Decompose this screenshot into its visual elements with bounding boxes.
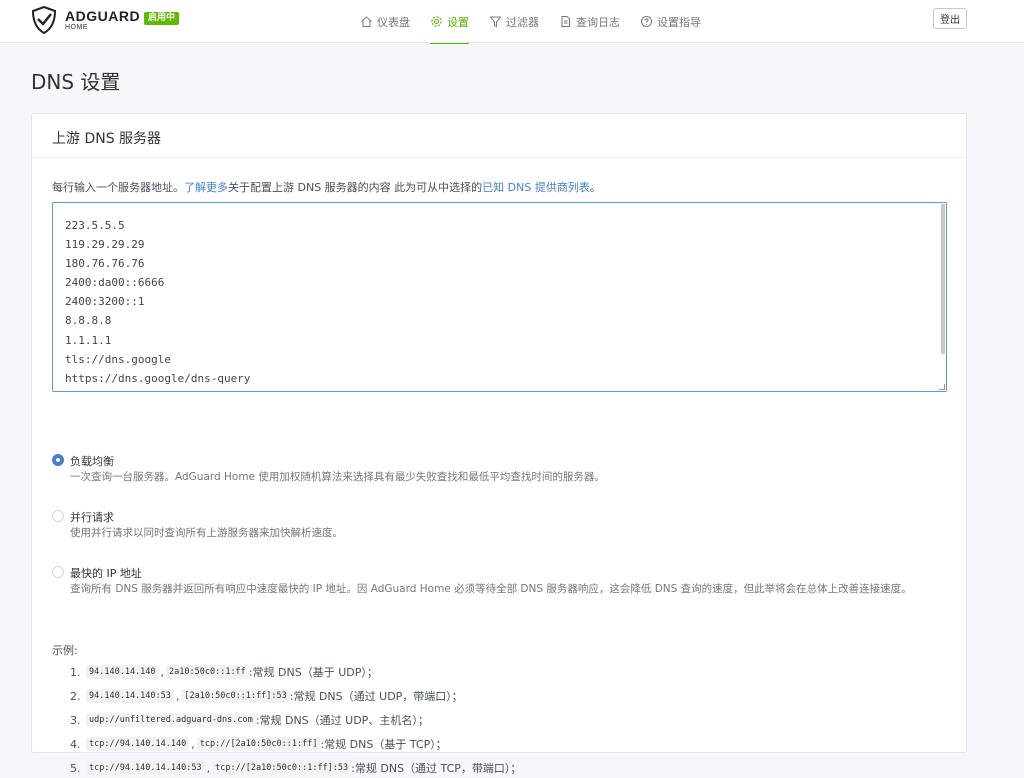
- example-text: 常规 DNS（通过 UDP、主机名）；: [259, 714, 429, 727]
- server-line: 2400:3200::1: [65, 295, 145, 309]
- server-line: https://dns.google/dns-query: [65, 371, 251, 385]
- example-text: 常规 DNS（通过 TCP，带端口）；: [354, 762, 522, 775]
- server-line: 2400:da00::6666: [65, 276, 165, 290]
- textarea-resize-handle[interactable]: [939, 384, 945, 390]
- example-code: udp://unfiltered.adguard-dns.com: [86, 713, 256, 727]
- textarea-scrollbar[interactable]: [941, 204, 945, 354]
- example-code: tcp://94.140.14.140: [86, 737, 190, 751]
- desc-middle: 关于配置上游 DNS 服务器的内容 此为可从中选择的: [228, 181, 483, 194]
- radio-help: 使用并行请求以同时查询所有上游服务器来加快解析速度。: [70, 527, 343, 539]
- home-icon: [361, 16, 372, 27]
- list-number: 5.: [70, 761, 81, 775]
- main-nav: 仪表盘 设置 过滤器 查询日志 设置指导: [360, 0, 721, 44]
- server-line: 223.5.5.5: [65, 219, 125, 232]
- radio-label: 负载均衡: [70, 455, 114, 468]
- radio-parallel[interactable]: [52, 510, 64, 522]
- adguard-logo[interactable]: ADGUARD HOME: [31, 6, 140, 34]
- nav-filters[interactable]: 过滤器: [489, 0, 539, 43]
- server-line: 1.1.1.1: [65, 333, 112, 347]
- desc-prefix: 每行输入一个服务器地址。: [52, 181, 184, 194]
- list-item: 1. 94.140.14.140, 2a10:50c0::1:ff: 常规 DN…: [70, 665, 378, 679]
- logo-title: ADGUARD: [65, 8, 141, 24]
- example-code: tcp://[2a10:50c0::1:ff]: [196, 737, 321, 751]
- server-line: 8.8.8.8: [65, 314, 112, 328]
- list-number: 3.: [70, 713, 81, 727]
- server-line: 180.76.76.76: [65, 257, 145, 271]
- radio-load-balancing[interactable]: [52, 454, 64, 466]
- nav-query-log[interactable]: 查询日志: [559, 0, 620, 43]
- upstream-dns-card: 上游 DNS 服务器 每行输入一个服务器地址。了解更多关于配置上游 DNS 服务…: [31, 113, 967, 775]
- example-code: tcp://94.140.14.140:53: [86, 761, 205, 775]
- list-number: 1.: [70, 665, 81, 679]
- list-item: 4. tcp://94.140.14.140, tcp://[2a10:50c0…: [70, 737, 447, 751]
- dns-providers-link[interactable]: 已知 DNS 提供商列表: [482, 181, 590, 194]
- example-text: 常规 DNS（通过 UDP，带端口）；: [293, 690, 463, 703]
- radio-help: 一次查询一台服务器。AdGuard Home 使用加权随机算法来选择具有最少失败…: [70, 471, 605, 483]
- logout-button[interactable]: 登出: [933, 8, 967, 29]
- nav-setup-guide[interactable]: 设置指导: [640, 0, 701, 43]
- nav-settings-label: 设置: [447, 15, 469, 29]
- example-code: tcp://[2a10:50c0::1:ff]:53: [212, 761, 352, 775]
- server-line: 119.29.29.29: [65, 238, 145, 252]
- example-code: 94.140.14.140: [86, 665, 159, 679]
- learn-more-link[interactable]: 了解更多: [184, 181, 228, 194]
- example-text: 常规 DNS（基于 UDP）；: [252, 666, 378, 679]
- status-badge: 启用中: [144, 12, 180, 25]
- example-code: 94.140.14.140:53: [86, 689, 174, 703]
- list-item: 3. udp://unfiltered.adguard-dns.com: 常规 …: [70, 713, 429, 727]
- card-title: 上游 DNS 服务器: [32, 114, 966, 158]
- nav-dashboard[interactable]: 仪表盘: [360, 0, 410, 43]
- radio-fastest-ip[interactable]: [52, 566, 64, 578]
- example-code: 2a10:50c0::1:ff: [166, 665, 249, 679]
- page-title: DNS 设置: [31, 70, 121, 94]
- nav-settings[interactable]: 设置: [430, 0, 469, 44]
- list-item: 5. tcp://94.140.14.140:53, tcp://[2a10:5…: [70, 761, 522, 775]
- nav-setup-guide-label: 设置指导: [657, 15, 701, 29]
- upstream-description: 每行输入一个服务器地址。了解更多关于配置上游 DNS 服务器的内容 此为可从中选…: [52, 179, 601, 195]
- nav-filters-label: 过滤器: [506, 15, 539, 29]
- nav-query-log-label: 查询日志: [576, 15, 620, 29]
- radio-help: 查询所有 DNS 服务器并返回所有响应中速度最快的 IP 地址。因 AdGuar…: [70, 583, 912, 595]
- server-line: tls://dns.google: [65, 352, 171, 366]
- example-text: 常规 DNS（基于 TCP）；: [324, 738, 447, 751]
- list-item: 2. 94.140.14.140:53, [2a10:50c0::1:ff]:5…: [70, 689, 463, 703]
- list-number: 2.: [70, 689, 81, 703]
- shield-logo-icon: [31, 6, 57, 34]
- gear-icon: [431, 16, 442, 27]
- help-circle-icon: [641, 16, 652, 27]
- logo-subtitle: HOME: [65, 24, 88, 31]
- desc-suffix: 。: [589, 181, 601, 194]
- list-number: 4.: [70, 737, 81, 751]
- nav-dashboard-label: 仪表盘: [377, 15, 410, 29]
- radio-label: 最快的 IP 地址: [70, 567, 142, 580]
- top-navbar: ADGUARD HOME 启用中 仪表盘 设置 过滤器 查询日志 设置指导 登出: [0, 0, 1024, 44]
- document-icon: [561, 16, 570, 27]
- upstream-servers-textarea[interactable]: 223.5.5.5 119.29.29.29 180.76.76.76 2400…: [52, 202, 947, 392]
- examples-title: 示例:: [52, 644, 78, 657]
- filter-icon: [489, 16, 502, 28]
- example-code: [2a10:50c0::1:ff]:53: [181, 689, 290, 703]
- radio-label: 并行请求: [70, 511, 114, 524]
